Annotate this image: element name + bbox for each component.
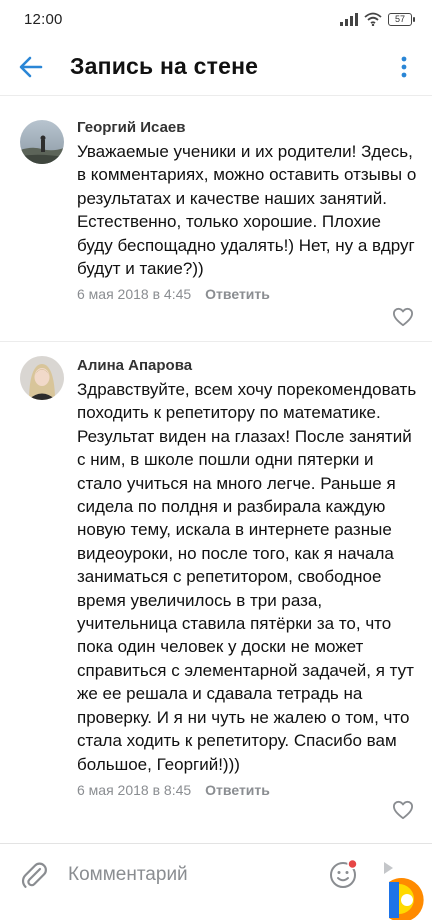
reply-button[interactable]: Ответить [205, 782, 270, 798]
comment-author[interactable]: Алина Апарова [77, 356, 418, 376]
smile-icon [330, 858, 358, 888]
heart-icon[interactable] [392, 307, 414, 327]
wifi-icon [364, 12, 382, 26]
more-vertical-icon [401, 56, 407, 77]
heart-icon[interactable] [392, 800, 414, 820]
page-title: Запись на стене [70, 53, 259, 79]
comment-text: Уважаемые ученики и их родители! Здесь, … [77, 142, 417, 279]
send-button[interactable] [381, 856, 432, 920]
paperclip-icon[interactable] [20, 860, 48, 890]
status-time: 12:00 [24, 10, 63, 28]
comment-meta: 6 мая 2018 в 4:45 Ответить [77, 282, 418, 306]
send-icon [384, 862, 424, 920]
comment-text: Здравствуйте, всем хочу порекомендовать … [77, 380, 417, 774]
notification-dot [347, 858, 358, 870]
comment-input[interactable] [68, 858, 308, 892]
app-bar: Запись на стене [0, 38, 432, 96]
more-button[interactable] [382, 38, 426, 96]
avatar-photo [20, 356, 64, 400]
comment-meta: 6 мая 2018 в 8:45 Ответить [77, 778, 418, 802]
comment-divider [0, 341, 432, 342]
comment-body: Георгий Исаев Уважаемые ученики и их род… [77, 118, 418, 306]
signal-icon [340, 12, 358, 26]
emoji-button[interactable] [328, 858, 360, 890]
back-button[interactable] [0, 38, 62, 96]
status-icons: 57 [340, 12, 415, 26]
status-bar: 12:00 57 [0, 0, 432, 38]
avatar[interactable] [20, 356, 64, 400]
comment-input-bar [0, 843, 432, 920]
avatar-photo [20, 120, 64, 164]
arrow-left-icon [19, 56, 43, 77]
comment-date: 6 мая 2018 в 4:45 [77, 286, 192, 303]
avatar[interactable] [20, 120, 64, 164]
comment-body: Алина Апарова Здравствуйте, всем хочу по… [77, 356, 418, 802]
battery-icon: 57 [388, 12, 415, 26]
comment-author[interactable]: Георгий Исаев [77, 118, 418, 138]
comment-date: 6 мая 2018 в 8:45 [77, 781, 192, 798]
reply-button[interactable]: Ответить [205, 286, 270, 302]
